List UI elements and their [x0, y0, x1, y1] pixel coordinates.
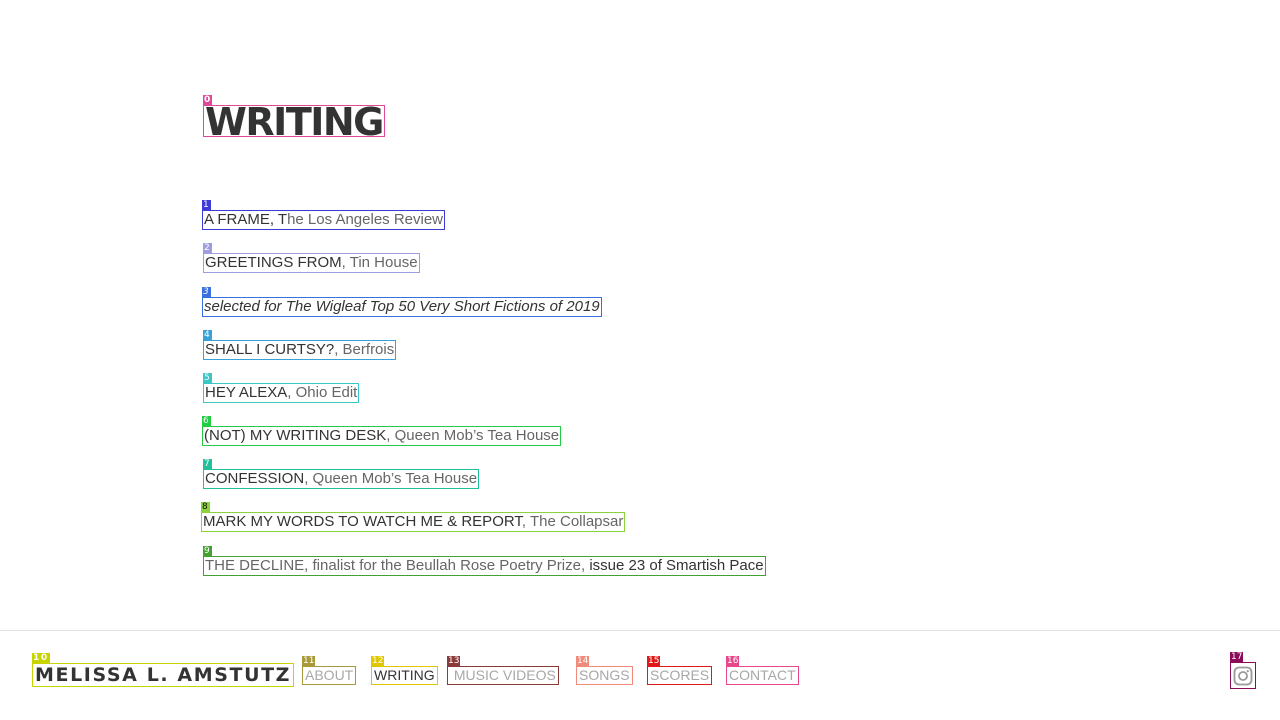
writing-entry-a-frame[interactable]: 1 A FRAME, The Los Angeles Review — [202, 200, 446, 230]
nav-contact[interactable]: 16 CONTACT — [726, 656, 799, 685]
writing-entry-the-decline[interactable]: 9 THE DECLINE, finalist for the Beullah … — [203, 546, 766, 576]
entry-title: GREETINGS FROM — [205, 254, 342, 271]
entry-publication: , Tin House — [341, 254, 418, 271]
nav-music-videos-label: MUSIC VIDEOS — [450, 667, 556, 683]
entry-publication: , The Collapsar — [521, 513, 624, 530]
entry-title: CONFESSION — [205, 470, 305, 487]
element-marker: 11 — [302, 656, 316, 666]
writing-entry-shall-i-curtsy[interactable]: 4 SHALL I CURTSY?, Berfrois — [203, 330, 397, 360]
element-marker: 10 — [32, 653, 50, 663]
element-marker: 15 — [647, 656, 661, 666]
entry-title: SHALL I CURTSY? — [205, 341, 335, 358]
element-marker: 4 — [203, 330, 212, 340]
nav-writing-label: WRITING — [374, 667, 435, 683]
nav-songs[interactable]: 14 SONGS — [576, 656, 633, 685]
writing-entry-confession[interactable]: 7 CONFESSION, Queen Mob’s Tea House — [203, 459, 480, 489]
element-marker: 2 — [203, 243, 212, 253]
element-marker: 9 — [203, 546, 212, 556]
entry-title: A FRAME, T — [204, 211, 288, 228]
entry-publication: he Los Angeles Review — [287, 211, 444, 228]
element-marker: 17 — [1230, 652, 1244, 662]
writing-entry-mark-my-words[interactable]: 8 MARK MY WORDS TO WATCH ME & REPORT, Th… — [201, 502, 626, 532]
entry-title: HEY ALEXA — [205, 384, 288, 401]
entry-publication: , Queen Mob’s Tea House — [304, 470, 478, 487]
entry-title: MARK MY WORDS TO WATCH ME & REPORT — [203, 513, 522, 530]
nav-writing[interactable]: 12 WRITING — [371, 656, 438, 685]
instagram-link[interactable]: 17 — [1230, 652, 1256, 689]
nav-contact-label: CONTACT — [729, 667, 796, 683]
element-marker: 3 — [202, 287, 211, 297]
writing-entry-wigleaf-selection[interactable]: 3 selected for The Wigleaf Top 50 Very S… — [202, 287, 602, 317]
element-marker: 8 — [201, 502, 210, 512]
element-marker: 5 — [203, 373, 212, 383]
nav-scores[interactable]: 15 SCORES — [647, 656, 713, 685]
element-marker: 7 — [203, 459, 212, 469]
entry-note: selected for The Wigleaf Top 50 Very Sho… — [204, 298, 600, 315]
site-name-link[interactable]: 10 MELISSA L. AMSTUTZ — [32, 653, 295, 687]
element-marker: 16 — [726, 656, 740, 666]
page-title: 0 WRITING — [203, 95, 385, 141]
nav-about[interactable]: 11 ABOUT — [302, 656, 357, 685]
element-marker: 13 — [447, 656, 461, 666]
entry-publication: , Berfrois — [334, 341, 395, 358]
nav-about-label: ABOUT — [305, 667, 354, 683]
element-marker: 0 — [203, 95, 212, 105]
entry-publication-link[interactable]: issue 23 of Smartish Pace — [589, 557, 763, 574]
nav-music-videos[interactable]: 13 MUSIC VIDEOS — [447, 656, 559, 685]
entry-publication: , Ohio Edit — [287, 384, 358, 401]
page-title-text: WRITING — [205, 100, 384, 144]
writing-entry-hey-alexa[interactable]: 5 HEY ALEXA, Ohio Edit — [203, 373, 360, 403]
entry-publication: , Queen Mob’s Tea House — [386, 427, 560, 444]
writing-entry-greetings-from[interactable]: 2 GREETINGS FROM, Tin House — [203, 243, 420, 273]
entry-title: (NOT) MY WRITING DESK — [204, 427, 387, 444]
element-marker: 12 — [371, 656, 385, 666]
site-name: MELISSA L. AMSTUTZ — [35, 664, 292, 686]
instagram-icon — [1233, 666, 1253, 685]
nav-songs-label: SONGS — [579, 667, 630, 683]
element-marker: 14 — [576, 656, 590, 666]
nav-scores-label: SCORES — [650, 667, 710, 683]
entry-note: THE DECLINE, finalist for the Beullah Ro… — [205, 557, 590, 574]
element-marker: 6 — [202, 416, 211, 426]
writing-entry-not-my-writing-desk[interactable]: 6 (NOT) MY WRITING DESK, Queen Mob’s Tea… — [202, 416, 562, 446]
element-marker: 1 — [202, 200, 211, 210]
